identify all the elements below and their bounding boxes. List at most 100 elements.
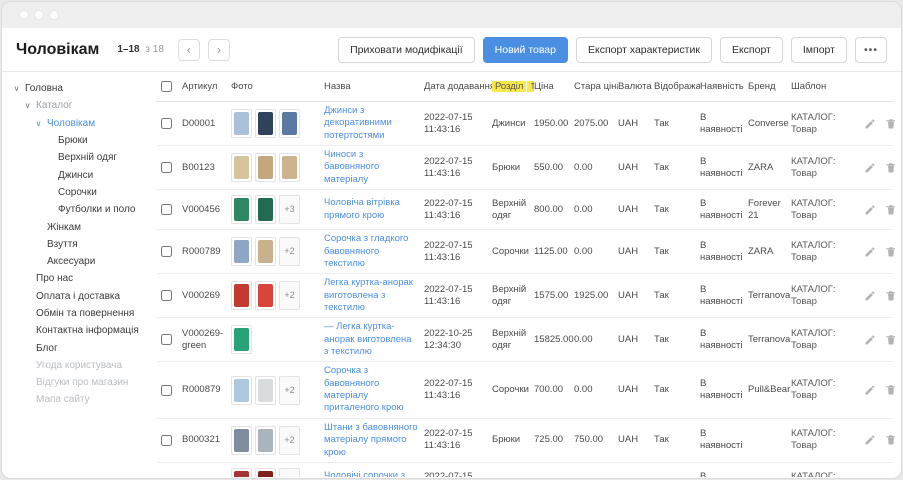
delete-icon[interactable] xyxy=(885,162,897,174)
column-header-brand[interactable]: Бренд xyxy=(748,81,791,93)
product-name-link[interactable]: Джинси з декоративними потертостями xyxy=(324,105,418,142)
row-checkbox[interactable] xyxy=(161,334,172,345)
row-actions xyxy=(864,384,901,396)
edit-icon[interactable] xyxy=(864,246,876,258)
column-header-availability[interactable]: Наявність xyxy=(700,81,748,93)
column-header-name[interactable]: Назва xyxy=(324,81,424,93)
sidebar-item-каталог[interactable]: ∨ Каталог xyxy=(12,97,152,114)
product-photo xyxy=(255,281,276,310)
row-checkbox[interactable] xyxy=(161,290,172,301)
product-name-link[interactable]: Сорочка з гладкого бавовняного текстилю xyxy=(324,233,418,270)
sidebar-item-про-нас[interactable]: ∨ Про нас xyxy=(12,270,152,287)
export-characteristics-button[interactable]: Експорт характеристик xyxy=(576,37,712,63)
row-checkbox[interactable] xyxy=(161,204,172,215)
sidebar-item-угода-користувача[interactable]: ∨ Угода користувача xyxy=(12,357,152,374)
product-photo xyxy=(231,109,252,138)
sidebar-item-блог[interactable]: ∨ Блог xyxy=(12,339,152,356)
edit-icon[interactable] xyxy=(864,290,876,302)
sidebar-item-чоловікам[interactable]: ∨ Чоловікам xyxy=(12,115,152,132)
window-minimize-button[interactable] xyxy=(35,11,43,19)
sidebar-item-label: Угода користувача xyxy=(36,360,122,371)
product-name-cell: Легка куртка-анорак виготовлена з тексти… xyxy=(324,277,424,314)
hide-modifications-button[interactable]: Приховати модифікації xyxy=(338,37,475,63)
more-photos-badge[interactable]: +3 xyxy=(279,195,300,224)
more-photos-badge[interactable]: +2 xyxy=(279,281,300,310)
row-checkbox[interactable] xyxy=(161,118,172,129)
delete-icon[interactable] xyxy=(885,477,897,478)
sidebar-item-обмін-та-повернення[interactable]: ∨ Обмін та повернення xyxy=(12,305,152,322)
delete-icon[interactable] xyxy=(885,290,897,302)
sidebar-item-головна[interactable]: ∨ Головна xyxy=(12,80,152,97)
row-checkbox[interactable] xyxy=(161,435,172,446)
product-name-link[interactable]: Штани з бавовняного матеріалу прямого кр… xyxy=(324,422,418,459)
edit-icon[interactable] xyxy=(864,477,876,478)
more-photos-badge[interactable]: +2 xyxy=(279,376,300,405)
delete-icon[interactable] xyxy=(885,118,897,130)
new-product-button[interactable]: Новий товар xyxy=(483,37,568,63)
select-all-checkbox[interactable] xyxy=(161,81,172,92)
row-checkbox[interactable] xyxy=(161,246,172,257)
row-checkbox[interactable] xyxy=(161,162,172,173)
product-photo xyxy=(231,237,252,266)
product-name-link[interactable]: Легка куртка-анорак виготовлена з тексти… xyxy=(324,277,418,314)
prev-page-button[interactable]: ‹ xyxy=(178,39,200,61)
delete-icon[interactable] xyxy=(885,246,897,258)
product-sku: V000269-green xyxy=(182,328,231,352)
product-section: Верхній одяг xyxy=(492,328,534,352)
product-name-link[interactable]: Чоловіча вітрівка прямого крою xyxy=(324,197,418,222)
sidebar-item-жінкам[interactable]: ∨ Жінкам xyxy=(12,218,152,235)
row-select-cell xyxy=(156,162,182,173)
delete-icon[interactable] xyxy=(885,204,897,216)
column-header-price[interactable]: Ціна xyxy=(534,81,574,93)
window-zoom-button[interactable] xyxy=(50,11,58,19)
column-header-old-price[interactable]: Стара ціна xyxy=(574,81,618,93)
product-name-link[interactable]: Чоловічі сорочки з легкого текстилю xyxy=(324,470,418,477)
window-close-button[interactable] xyxy=(20,11,28,19)
column-header-sku[interactable]: Артикул xyxy=(182,81,231,93)
page-header: Чоловікам 1–18 з 18 ‹ › Приховати модифі… xyxy=(2,28,901,72)
column-header-date-added[interactable]: Дата додавання xyxy=(424,81,492,93)
edit-icon[interactable] xyxy=(864,334,876,346)
edit-icon[interactable] xyxy=(864,384,876,396)
more-photos-badge[interactable]: +2 xyxy=(279,468,300,477)
sidebar-item-контактна-інформація[interactable]: ∨ Контактна інформація xyxy=(12,322,152,339)
sidebar-item-джинси[interactable]: ∨ Джинси xyxy=(12,166,152,183)
sidebar-item-відгуки-про-магазин[interactable]: ∨ Відгуки про магазин xyxy=(12,374,152,391)
edit-icon[interactable] xyxy=(864,162,876,174)
row-checkbox[interactable] xyxy=(161,385,172,396)
delete-icon[interactable] xyxy=(885,434,897,446)
column-header-template[interactable]: Шаблон xyxy=(791,81,864,93)
sidebar-item-label: Чоловікам xyxy=(47,118,95,129)
delete-icon[interactable] xyxy=(885,384,897,396)
edit-icon[interactable] xyxy=(864,204,876,216)
column-header-section[interactable]: Розділ⇅ xyxy=(492,81,534,93)
import-button[interactable]: Імпорт xyxy=(791,37,847,63)
product-photo xyxy=(231,325,252,354)
sidebar-item-футболки-и-поло[interactable]: ∨ Футболки и поло xyxy=(12,201,152,218)
delete-icon[interactable] xyxy=(885,334,897,346)
edit-icon[interactable] xyxy=(864,434,876,446)
product-name-link[interactable]: — Легка куртка-анорак виготовлена з текс… xyxy=(324,321,418,358)
export-button[interactable]: Експорт xyxy=(720,37,783,63)
product-brand: ZARA xyxy=(748,246,791,258)
sidebar-item-мапа-сайту[interactable]: ∨ Мапа сайту xyxy=(12,391,152,408)
row-select-cell xyxy=(156,385,182,396)
sidebar-item-брюки[interactable]: ∨ Брюки xyxy=(12,132,152,149)
product-name-link[interactable]: Чиноси з бавовняного матеріалу xyxy=(324,149,418,186)
product-name-link[interactable]: Сорочка з бавовняного матеріалу притален… xyxy=(324,365,418,414)
edit-icon[interactable] xyxy=(864,118,876,130)
product-name-cell: Чоловічі сорочки з легкого текстилю xyxy=(324,470,424,477)
next-page-button[interactable]: › xyxy=(208,39,230,61)
column-header-currency[interactable]: Валюта xyxy=(618,81,654,93)
more-actions-button[interactable]: ••• xyxy=(855,37,887,63)
product-template: КАТАЛОГ: Товар xyxy=(791,284,864,308)
sidebar-item-аксесуари[interactable]: ∨ Аксесуари xyxy=(12,253,152,270)
more-photos-badge[interactable]: +2 xyxy=(279,426,300,455)
more-photos-badge[interactable]: +2 xyxy=(279,237,300,266)
sidebar-item-сорочки[interactable]: ∨ Сорочки xyxy=(12,184,152,201)
sidebar-item-оплата-і-доставка[interactable]: ∨ Оплата і доставка xyxy=(12,288,152,305)
column-header-display[interactable]: Відображати xyxy=(654,81,700,93)
table-row: R000789 +2 Сорочка з гладкого бавовняног… xyxy=(156,230,893,274)
sidebar-item-верхній-одяг[interactable]: ∨ Верхній одяг xyxy=(12,149,152,166)
sidebar-item-взуття[interactable]: ∨ Взуття xyxy=(12,236,152,253)
